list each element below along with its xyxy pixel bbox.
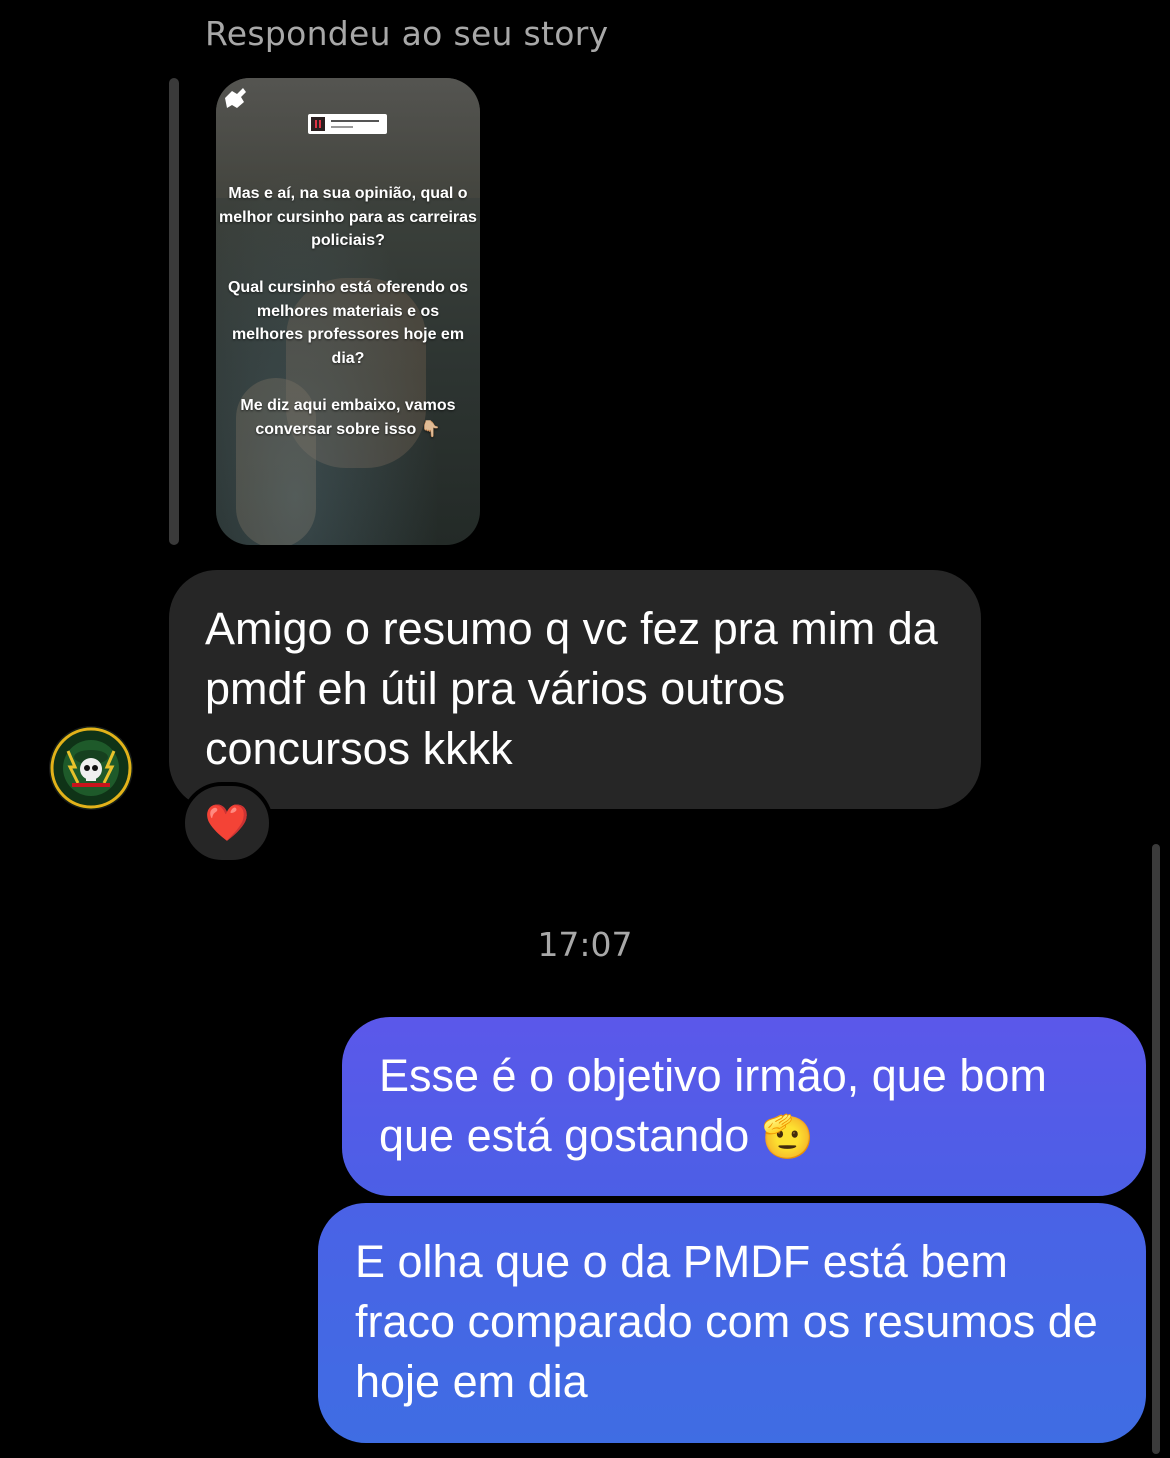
story-text-paragraph-1: Mas e aí, na sua opinião, qual o melhor … <box>219 185 477 249</box>
story-reply-header: Respondeu ao seu story <box>205 14 609 53</box>
music-sticker <box>308 114 387 134</box>
chat-thread: Respondeu ao seu story Mas e aí, na sua … <box>0 0 1170 1458</box>
scrollbar[interactable] <box>1152 844 1160 1454</box>
incoming-message[interactable]: Amigo o resumo q vc fez pra mim da pmdf … <box>169 570 981 809</box>
story-text-paragraph-2: Qual cursinho está oferendo os melhores … <box>227 279 469 367</box>
sticker-icon <box>225 88 246 108</box>
story-preview[interactable]: Mas e aí, na sua opinião, qual o melhor … <box>216 78 480 545</box>
heart-icon: ❤️ <box>204 803 250 844</box>
avatar-logo-icon <box>50 727 132 809</box>
reply-indicator-bar <box>169 78 179 545</box>
avatar[interactable] <box>49 726 133 810</box>
outgoing-message-1-text: Esse é o objetivo irmão, que bom que est… <box>379 1050 1047 1161</box>
music-cover-icon <box>311 117 325 131</box>
message-timestamp: 17:07 <box>537 925 633 964</box>
outgoing-message-2[interactable]: E olha que o da PMDF está bem fraco comp… <box>318 1203 1146 1443</box>
outgoing-message-1[interactable]: Esse é o objetivo irmão, que bom que est… <box>342 1017 1146 1196</box>
story-text-paragraph-3: Me diz aqui embaixo, vamos conversar sob… <box>240 397 456 438</box>
salute-emoji-icon: 🫡 <box>761 1113 815 1160</box>
heart-reaction[interactable]: ❤️ <box>181 782 273 864</box>
